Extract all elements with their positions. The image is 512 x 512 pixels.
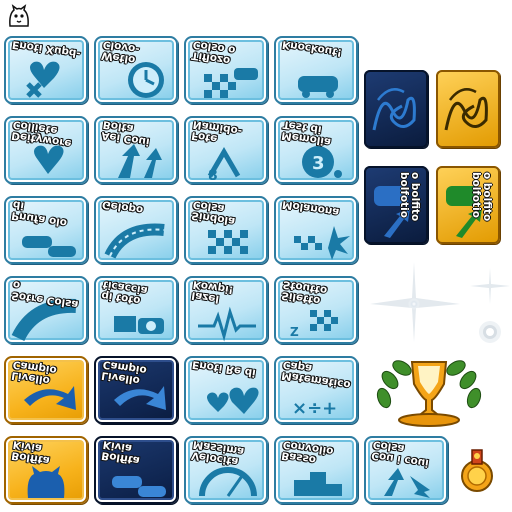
achievement-tile-r3c2[interactable]: Gelopo	[94, 196, 178, 264]
side-card-signature-yellow[interactable]	[436, 70, 500, 148]
sparkle-large-icon	[370, 262, 466, 346]
achievement-tile-r4c2[interactable]: qi toto ticaccia	[94, 276, 178, 344]
achievement-tile-r5c3[interactable]: Enoti Re di	[184, 356, 268, 424]
achievement-tile-r3c4[interactable]: Molanona	[274, 196, 358, 264]
trophy-laurel-icon	[374, 358, 484, 432]
achievement-tile-r1c1[interactable]: Enoti Xupd-	[4, 36, 88, 104]
achievement-tile-r6c3[interactable]: Velocita Massima	[184, 436, 268, 504]
achievement-tile-r6c5[interactable]: Cou i coui Colsa	[364, 436, 448, 504]
medal-icon	[460, 446, 494, 500]
svg-text:Z: Z	[290, 325, 299, 339]
achievement-tile-r2c1[interactable]: Deitywore Colliete	[4, 116, 88, 184]
achievement-tile-r6c2[interactable]: Bolfita Kivia	[94, 436, 178, 504]
svg-text:3: 3	[312, 153, 325, 174]
cat-face-icon	[6, 4, 32, 30]
side-card-bolfito-yellow[interactable]: o bolfito bolfotio	[436, 166, 500, 244]
signature-icon	[444, 88, 488, 131]
side-card-bolfito-navy[interactable]: o bolfito bolfotio	[364, 166, 428, 244]
achievement-tile-r2c2[interactable]: Aei Coui Bolta	[94, 116, 178, 184]
side-card-label: o bolfito bolfotio	[398, 172, 421, 222]
achievement-tile-r4c3[interactable]: Iazel Kowpi!	[184, 276, 268, 344]
achievement-tile-r6c4[interactable]: Basso Convolio	[274, 436, 358, 504]
achievement-tile-r2c4[interactable]: 3 Memolia Test di	[274, 116, 358, 184]
achievement-tile-r1c2[interactable]: Wetlo Clovo-	[94, 36, 178, 104]
achievement-tile-r6c1[interactable]: Bolfita Kivia	[4, 436, 88, 504]
achievement-tile-r1c3[interactable]: Tiflozo Colso o	[184, 36, 268, 104]
achievement-tile-r5c4[interactable]: ×÷+ Matematico Capa	[274, 356, 358, 424]
glow-dot-icon	[478, 320, 502, 348]
achievement-tile-r3c1[interactable]: Pnufa olo di	[4, 196, 88, 264]
achievement-tile-r5c1[interactable]: Livello Campio	[4, 356, 88, 424]
achievement-tile-r3c3[interactable]: Sindola Colsa	[184, 196, 268, 264]
achievement-tile-r5c2[interactable]: Livello Campio	[94, 356, 178, 424]
svg-text:×÷+: ×÷+	[292, 398, 337, 419]
svg-text:8: 8	[208, 168, 218, 184]
side-card-label: o bolfito bolfotio	[470, 172, 493, 222]
achievement-tile-r4c4[interactable]: Z Siletto Stoutto	[274, 276, 358, 344]
achievement-tile-r2c3[interactable]: 8 Fote Namido-	[184, 116, 268, 184]
side-card-signature-navy[interactable]	[364, 70, 428, 148]
sparkle-small-icon	[470, 268, 510, 308]
signature-icon	[372, 88, 416, 131]
achievement-tile-r1c4[interactable]: Knockout!	[274, 36, 358, 104]
achievement-tile-r4c1[interactable]: Sotre Colsa o	[4, 276, 88, 344]
